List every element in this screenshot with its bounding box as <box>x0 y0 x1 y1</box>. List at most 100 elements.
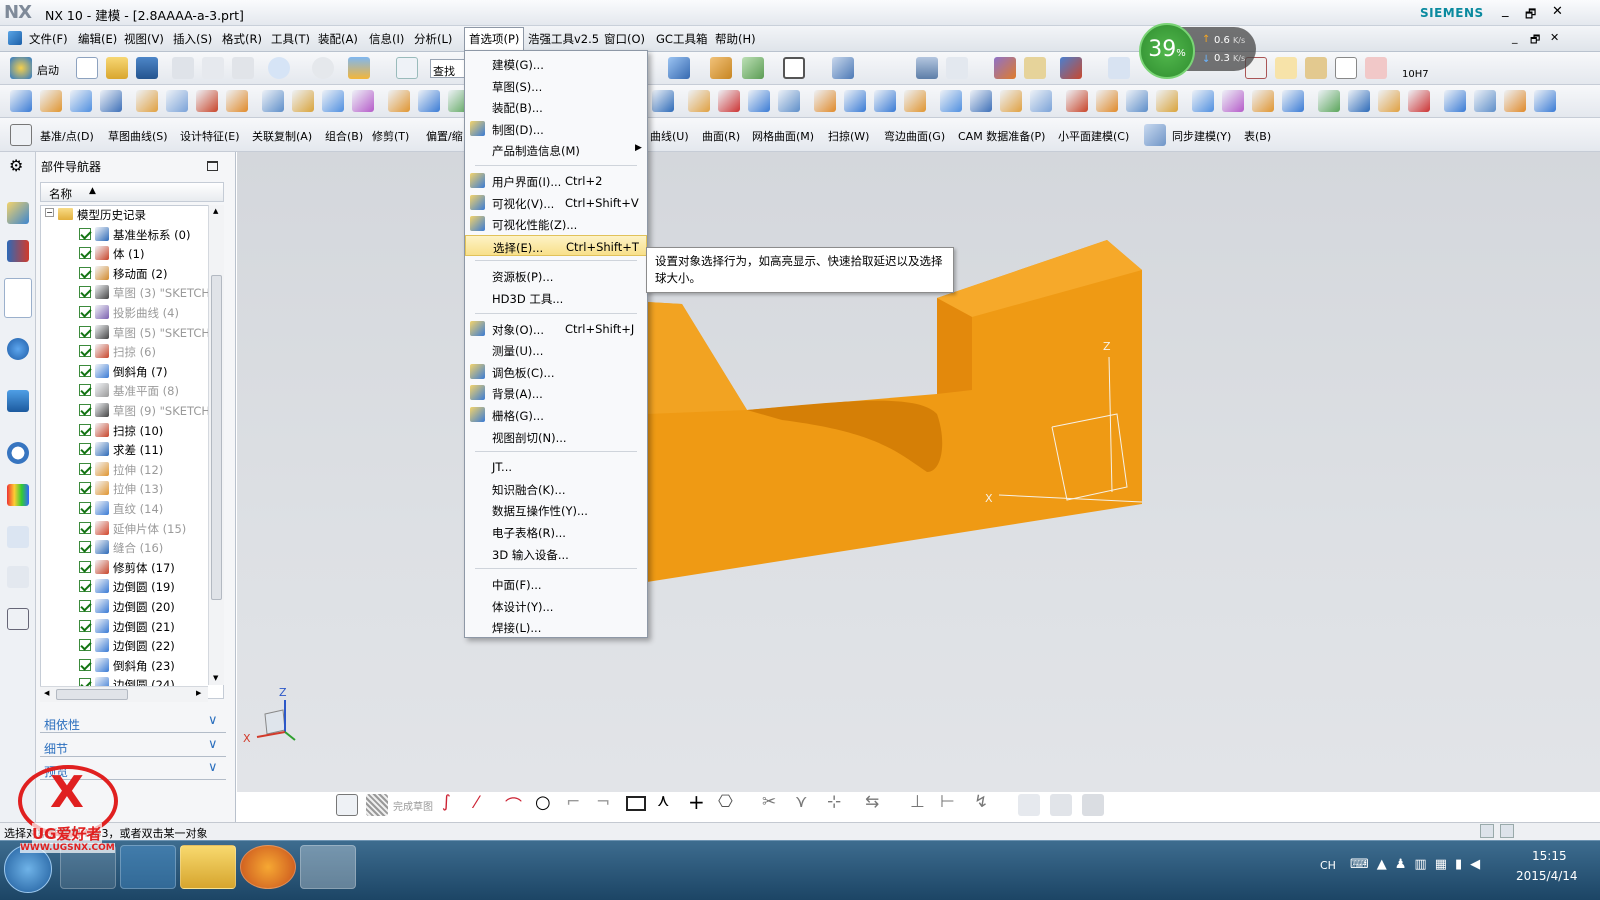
add-part-icon[interactable] <box>1275 57 1297 79</box>
angle-icon[interactable] <box>1378 90 1400 112</box>
visibility-checkbox[interactable] <box>79 619 91 632</box>
move-face-icon[interactable] <box>1192 90 1214 112</box>
block-icon[interactable] <box>100 90 122 112</box>
toolbar-flange-surface[interactable]: 弯边曲面(G) <box>884 128 945 144</box>
taskbar-nx[interactable] <box>300 845 356 889</box>
visibility-checkbox[interactable] <box>79 364 91 377</box>
menu-help[interactable]: 帮助(H) <box>715 31 756 47</box>
tree-row[interactable]: 草图 (5) "SKETCH_ <box>41 323 223 343</box>
chamfer-icon[interactable] <box>844 90 866 112</box>
quick-trim-icon[interactable]: ✂ <box>762 792 776 812</box>
resize-icon[interactable] <box>1282 90 1304 112</box>
synchronous-icon[interactable] <box>1144 124 1166 146</box>
arc-icon[interactable]: ⌒ <box>505 792 522 817</box>
finish-sketch-icon[interactable] <box>366 794 388 816</box>
toolbar-mesh-surface[interactable]: 网格曲面(M) <box>752 128 814 144</box>
copy-icon[interactable] <box>202 57 224 79</box>
doc-minimize-button[interactable]: _ <box>1512 31 1518 44</box>
hole-fit-label[interactable]: 10H7 <box>1402 69 1429 80</box>
collapse-icon[interactable]: − <box>45 208 54 217</box>
assembly-navigator-icon[interactable] <box>7 202 29 224</box>
selection-filter-icon[interactable] <box>1060 57 1082 79</box>
visibility-checkbox[interactable] <box>79 600 91 612</box>
measure-icon[interactable] <box>1108 57 1130 79</box>
visibility-checkbox[interactable] <box>79 227 91 240</box>
assembly-icon[interactable] <box>1305 57 1327 79</box>
tree-row[interactable]: 投影曲线 (4) <box>41 303 223 323</box>
tree-row[interactable]: 草图 (3) "SKETCH_ <box>41 283 223 303</box>
start-icon[interactable] <box>10 57 32 79</box>
scroll-right-icon[interactable]: ▶ <box>196 689 201 697</box>
reuse-library-icon[interactable] <box>7 338 29 360</box>
visibility-checkbox[interactable] <box>79 541 91 554</box>
visibility-checkbox[interactable] <box>79 482 91 495</box>
preferences-menu-item[interactable]: 选择(E)... Ctrl+Shift+T <box>465 234 647 256</box>
tree-row[interactable]: 拉伸 (12) <box>41 460 223 480</box>
menu-gc-toolkit[interactable]: GC工具箱 <box>656 31 707 47</box>
visibility-checkbox[interactable] <box>79 306 91 318</box>
manufacturing-wizard-icon[interactable] <box>7 566 29 588</box>
preferences-menu-item[interactable]: 视图剖切(N)... <box>465 426 647 447</box>
clock-date[interactable]: 2015/4/14 <box>1516 869 1578 883</box>
sketch-icon[interactable] <box>336 794 358 816</box>
h-scroll-thumb[interactable] <box>56 689 128 700</box>
point-set-icon[interactable] <box>1444 90 1466 112</box>
relations-browser-icon[interactable] <box>1050 794 1072 816</box>
hd3d-icon[interactable] <box>7 390 29 412</box>
preferences-menu-item[interactable]: 资源板(P)... <box>465 265 647 286</box>
auto-constrain-icon[interactable]: ↯ <box>974 792 988 812</box>
preferences-menu-item[interactable]: 可视化(V)... Ctrl+Shift+V <box>465 192 647 213</box>
datum-icon[interactable] <box>10 124 32 146</box>
hole-icon[interactable] <box>226 90 248 112</box>
tree-row[interactable]: 缝合 (16) <box>41 538 223 558</box>
preferences-menu-item[interactable]: 栅格(G)... <box>465 404 647 425</box>
taskbar-app-blue[interactable] <box>120 845 176 889</box>
tree-row[interactable]: 扫掠 (10) <box>41 421 223 441</box>
edge-blend-icon[interactable] <box>814 90 836 112</box>
doc-restore-button[interactable]: 🗗 <box>1530 31 1540 50</box>
command-finder-icon[interactable] <box>396 57 418 79</box>
menu-preferences[interactable]: 首选项(P) <box>464 27 525 52</box>
tree-row[interactable]: 边倒圆 (20) <box>41 597 223 617</box>
solid-cube-icon[interactable] <box>668 57 690 79</box>
linear-dim-icon[interactable] <box>1348 90 1370 112</box>
open-folder-icon[interactable] <box>106 57 128 79</box>
undo-icon[interactable] <box>268 57 290 79</box>
redo-icon[interactable] <box>312 57 334 79</box>
preferences-menu-item[interactable]: 制图(D)... <box>465 118 647 139</box>
polygon-icon[interactable]: ⋏ <box>657 791 669 811</box>
visibility-checkbox[interactable] <box>79 521 91 534</box>
fillet-icon[interactable]: ⌐ <box>566 792 580 812</box>
block-icon[interactable] <box>710 57 732 79</box>
intersect-icon[interactable] <box>778 90 800 112</box>
reattach-icon[interactable] <box>1082 794 1104 816</box>
taskbar-firefox[interactable] <box>240 845 296 889</box>
preferences-menu-item[interactable]: HD3D 工具... <box>465 287 647 308</box>
toolbar-associative-copy[interactable]: 关联复制(A) <box>252 128 312 144</box>
tree-row[interactable]: 修剪体 (17) <box>41 558 223 578</box>
preferences-menu-item[interactable]: 知识融合(K)... <box>465 478 647 499</box>
start-button[interactable]: 启动 <box>37 62 59 78</box>
toolbar-datum-point[interactable]: 基准/点(D) <box>40 128 94 144</box>
groove-icon[interactable] <box>388 90 410 112</box>
unite-icon[interactable] <box>718 90 740 112</box>
delete-face-icon[interactable] <box>1252 90 1274 112</box>
preferences-menu-item[interactable]: 草图(S)... <box>465 75 647 96</box>
column-header[interactable]: 名称 ▲ <box>40 182 224 202</box>
visibility-checkbox[interactable] <box>79 286 91 299</box>
revolve-icon[interactable] <box>70 90 92 112</box>
tree-row[interactable]: 移动面 (2) <box>41 264 223 284</box>
rapid-dimension-icon[interactable]: ⊢ <box>940 792 955 812</box>
settings-gear-icon[interactable]: ⚙ <box>9 156 23 175</box>
offset-curve-icon[interactable]: ⎔ <box>718 792 733 812</box>
restore-button[interactable]: 🗗 <box>1525 5 1536 26</box>
pad-icon[interactable] <box>322 90 344 112</box>
status-fullscreen-icon[interactable] <box>1500 824 1514 838</box>
tree-row[interactable]: 倒斜角 (7) <box>41 362 223 382</box>
tree-row[interactable]: 边倒圆 (19) <box>41 577 223 597</box>
maximize-panel-icon[interactable] <box>207 161 218 171</box>
tree-row[interactable]: 基准平面 (8) <box>41 381 223 401</box>
layer-icon[interactable] <box>916 57 938 79</box>
doc-close-button[interactable]: ✕ <box>1550 31 1559 44</box>
wave-link-icon[interactable] <box>1156 90 1178 112</box>
